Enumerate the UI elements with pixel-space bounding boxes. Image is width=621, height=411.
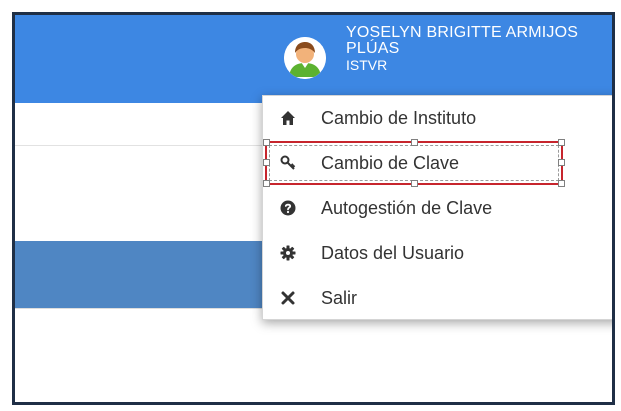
- selection-handle: [263, 139, 270, 146]
- menu-item-label: Datos del Usuario: [321, 242, 465, 263]
- user-avatar-icon[interactable]: [284, 37, 326, 79]
- selection-handle: [263, 180, 270, 187]
- highlight-selection-box: [263, 139, 565, 187]
- menu-item-autogestion-clave[interactable]: Autogestión de Clave: [263, 186, 612, 230]
- menu-item-label: Autogestión de Clave: [321, 197, 493, 218]
- selection-handle: [411, 180, 418, 187]
- selection-handle: [411, 139, 418, 146]
- user-institute: ISTVR: [346, 57, 388, 73]
- selection-handle: [558, 139, 565, 146]
- user-dropdown-menu: Cambio de Instituto Cambio de Clave Auto…: [262, 95, 612, 320]
- menu-item-label: Salir: [321, 287, 358, 308]
- menu-item-label: Cambio de Instituto: [321, 107, 477, 128]
- question-circle-icon: [280, 200, 296, 216]
- menu-item-cambio-instituto[interactable]: Cambio de Instituto: [263, 96, 612, 140]
- user-info[interactable]: YOSELYN BRIGITTE ARMIJOS PLÚAS ISTVR: [346, 24, 579, 74]
- home-icon: [280, 110, 296, 126]
- gear-icon: [280, 245, 296, 261]
- selection-handle: [558, 159, 565, 166]
- user-name-line1: YOSELYN BRIGITTE ARMIJOS: [346, 24, 579, 41]
- screenshot-frame: YOSELYN BRIGITTE ARMIJOS PLÚAS ISTVR Cam…: [12, 12, 615, 405]
- close-icon: [280, 290, 296, 306]
- selection-handle: [263, 159, 270, 166]
- top-navbar: YOSELYN BRIGITTE ARMIJOS PLÚAS ISTVR: [15, 15, 612, 103]
- user-name-line2: PLÚAS: [346, 40, 400, 57]
- selection-handle: [558, 180, 565, 187]
- menu-item-salir[interactable]: Salir: [263, 276, 612, 320]
- menu-item-datos-usuario[interactable]: Datos del Usuario: [263, 231, 612, 275]
